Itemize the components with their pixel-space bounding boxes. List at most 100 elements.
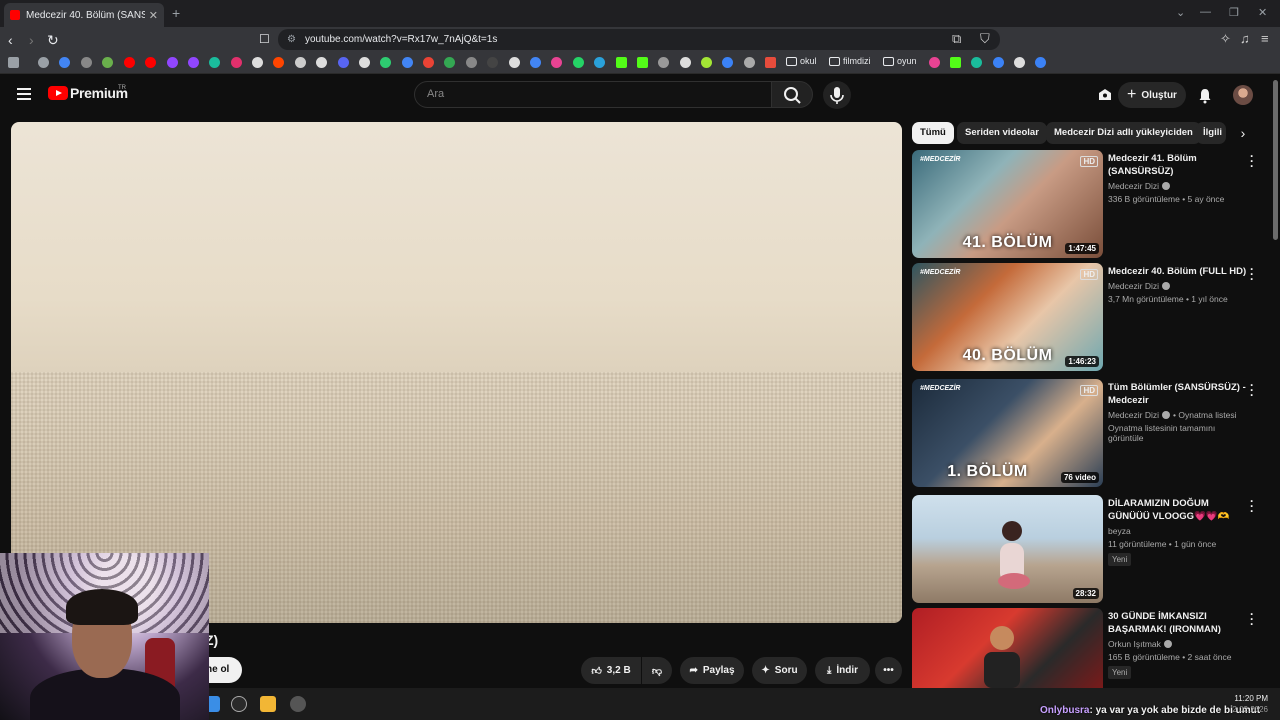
chip-related[interactable]: İlgili xyxy=(1196,122,1226,144)
youtube-bookmark-icon[interactable] xyxy=(145,57,156,68)
more-vertical-icon[interactable]: · · · xyxy=(1250,263,1254,285)
bookmark-folder-filmdizi[interactable]: filmdizi xyxy=(829,56,871,66)
taskbar-explorer-icon[interactable] xyxy=(260,696,276,712)
gmail-bookmark-icon[interactable] xyxy=(423,57,434,68)
reddit-bookmark-icon[interactable] xyxy=(273,57,284,68)
music-icon[interactable]: ♫ xyxy=(1240,31,1250,46)
kick-bookmark-icon[interactable] xyxy=(950,57,961,68)
restore-icon[interactable]: ❐ xyxy=(1229,6,1239,19)
bookmark-icon[interactable] xyxy=(1035,57,1046,68)
docs-bookmark-icon[interactable] xyxy=(402,57,413,68)
more-actions-button[interactable]: ••• xyxy=(875,657,902,684)
video-thumbnail[interactable] xyxy=(912,608,1103,688)
video-title[interactable]: Medcezir 40. Bölüm (FULL HD) xyxy=(1108,265,1248,278)
recommendation-item[interactable]: 28:32 DİLARAMIZIN DOĞUM GÜNÜÜÜ VLOOGG💗💗🫶… xyxy=(912,495,1262,603)
bookmark-icon[interactable] xyxy=(551,57,562,68)
chip-from-uploader[interactable]: Medcezir Dizi adlı yükleyiciden xyxy=(1046,122,1201,144)
bookmark-icon[interactable] xyxy=(102,57,113,68)
channel-name[interactable]: Medcezir Dizi • Oynatma listesi xyxy=(1108,410,1248,420)
bookmark-icon[interactable] xyxy=(744,57,755,68)
tab-search-icon[interactable]: ⌄ xyxy=(1176,6,1185,19)
bookmark-icon[interactable] xyxy=(466,57,477,68)
bookmark-icon[interactable] xyxy=(971,57,982,68)
recommendation-item[interactable]: #MEDCEZİR HD 41. BÖLÜM 1:47:45 Medcezir … xyxy=(912,150,1262,258)
open-external-icon[interactable]: ⧉ xyxy=(952,31,961,47)
bookmark-icon[interactable] xyxy=(701,57,712,68)
bookmark-icon[interactable] xyxy=(359,57,370,68)
bookmark-icon[interactable] xyxy=(929,57,940,68)
playlist-thumbnail[interactable]: #MEDCEZİR HD 1. BÖLÜM 76 video xyxy=(912,379,1103,487)
bookmark-icon[interactable] xyxy=(487,57,498,68)
dislike-button[interactable]: 👎︎ xyxy=(642,657,672,684)
share-button[interactable]: ➦ Paylaş xyxy=(680,657,744,684)
video-title[interactable]: 30 GÜNDE İMKANSIZI BAŞARMAK! (IRONMAN) xyxy=(1108,610,1248,636)
video-title[interactable]: Medcezir 41. Bölüm (SANSÜRSÜZ) xyxy=(1108,152,1248,178)
new-tab-button[interactable]: + xyxy=(172,5,180,21)
more-vertical-icon[interactable]: · · · xyxy=(1250,495,1254,517)
bookmark-icon[interactable] xyxy=(993,57,1004,68)
chip-series-videos[interactable]: Seriden videolar xyxy=(957,122,1047,144)
tiktok-bookmark-icon[interactable] xyxy=(316,57,327,68)
apps-icon[interactable] xyxy=(8,57,19,68)
video-player[interactable] xyxy=(11,122,902,623)
playlist-title[interactable]: Tüm Bölümler (SANSÜRSÜZ) - Medcezir xyxy=(1108,381,1248,407)
create-button[interactable]: + Oluştur xyxy=(1118,82,1186,108)
channel-name[interactable]: Medcezir Dizi xyxy=(1108,281,1248,291)
reload-icon[interactable]: ↻ xyxy=(47,32,59,49)
chip-all[interactable]: Tümü xyxy=(912,122,954,144)
twitch-bookmark-icon[interactable] xyxy=(167,57,178,68)
system-clock[interactable]: 11:20 PM 2.02.2026 xyxy=(1232,693,1268,715)
minimize-icon[interactable]: — xyxy=(1200,6,1211,18)
more-vertical-icon[interactable]: · · · xyxy=(1250,379,1254,401)
history-icon[interactable] xyxy=(38,57,49,68)
video-thumbnail[interactable]: #MEDCEZİR HD 41. BÖLÜM 1:47:45 xyxy=(912,150,1103,258)
bookmark-icon[interactable] xyxy=(765,57,776,68)
channel-name[interactable]: Medcezir Dizi xyxy=(1108,181,1248,191)
twitch-bookmark-icon[interactable] xyxy=(188,57,199,68)
bookmark-icon[interactable] xyxy=(81,57,92,68)
whatsapp-bookmark-icon[interactable] xyxy=(573,57,584,68)
page-scrollbar-thumb[interactable] xyxy=(1273,80,1278,240)
download-button[interactable]: ⤓ İndir xyxy=(815,657,870,684)
ask-button[interactable]: ✦ Soru xyxy=(752,657,807,684)
github-bookmark-icon[interactable] xyxy=(509,57,520,68)
bookmark-icon[interactable] xyxy=(380,57,391,68)
taskbar-obs-icon[interactable] xyxy=(231,696,247,712)
voice-search-button[interactable] xyxy=(823,81,851,109)
window-close-icon[interactable]: ✕ xyxy=(1258,6,1267,19)
taskbar-app-icon[interactable] xyxy=(290,696,306,712)
google-bookmark-icon[interactable] xyxy=(59,57,70,68)
x-bookmark-icon[interactable] xyxy=(252,57,263,68)
bookmark-icon[interactable]: ☐ xyxy=(259,32,270,46)
like-button[interactable]: 👍︎ 3,2 B xyxy=(581,657,641,684)
search-button[interactable] xyxy=(771,81,813,108)
back-icon[interactable]: ‹ xyxy=(8,32,13,48)
forward-icon[interactable]: › xyxy=(29,32,34,48)
bookmark-icon[interactable] xyxy=(295,57,306,68)
chips-next-icon[interactable]: › xyxy=(1234,122,1252,144)
bookmark-icon[interactable] xyxy=(530,57,541,68)
view-full-playlist-link[interactable]: Oynatma listesinin tamamını görüntüle xyxy=(1108,423,1248,443)
discord-bookmark-icon[interactable] xyxy=(338,57,349,68)
site-info-icon[interactable]: ⚙ xyxy=(287,29,296,50)
recommendation-item[interactable]: #MEDCEZİR HD 40. BÖLÜM 1:46:23 Medcezir … xyxy=(912,263,1262,371)
bookmark-folder-okul[interactable]: okul xyxy=(786,56,817,66)
instagram-bookmark-icon[interactable] xyxy=(231,57,242,68)
search-input[interactable]: Ara xyxy=(414,81,772,108)
more-vertical-icon[interactable]: · · · xyxy=(1250,608,1254,630)
extensions-icon[interactable]: ✧ xyxy=(1220,31,1231,47)
bookmark-icon[interactable] xyxy=(680,57,691,68)
channel-name[interactable]: beyza xyxy=(1108,526,1248,536)
more-vertical-icon[interactable]: · · · xyxy=(1250,150,1254,172)
bookmark-folder-oyun[interactable]: oyun xyxy=(883,56,917,66)
premium-gift-icon[interactable] xyxy=(1097,87,1113,103)
bookmark-icon[interactable] xyxy=(722,57,733,68)
kick-bookmark-icon[interactable] xyxy=(637,57,648,68)
telegram-bookmark-icon[interactable] xyxy=(594,57,605,68)
bookmark-icon[interactable] xyxy=(209,57,220,68)
drive-bookmark-icon[interactable] xyxy=(444,57,455,68)
youtube-logo[interactable]: Premium TR xyxy=(48,85,128,101)
channel-name[interactable]: Orkun Işıtmak xyxy=(1108,639,1248,649)
bookmark-icon[interactable] xyxy=(1014,57,1025,68)
video-thumbnail[interactable]: #MEDCEZİR HD 40. BÖLÜM 1:46:23 xyxy=(912,263,1103,371)
